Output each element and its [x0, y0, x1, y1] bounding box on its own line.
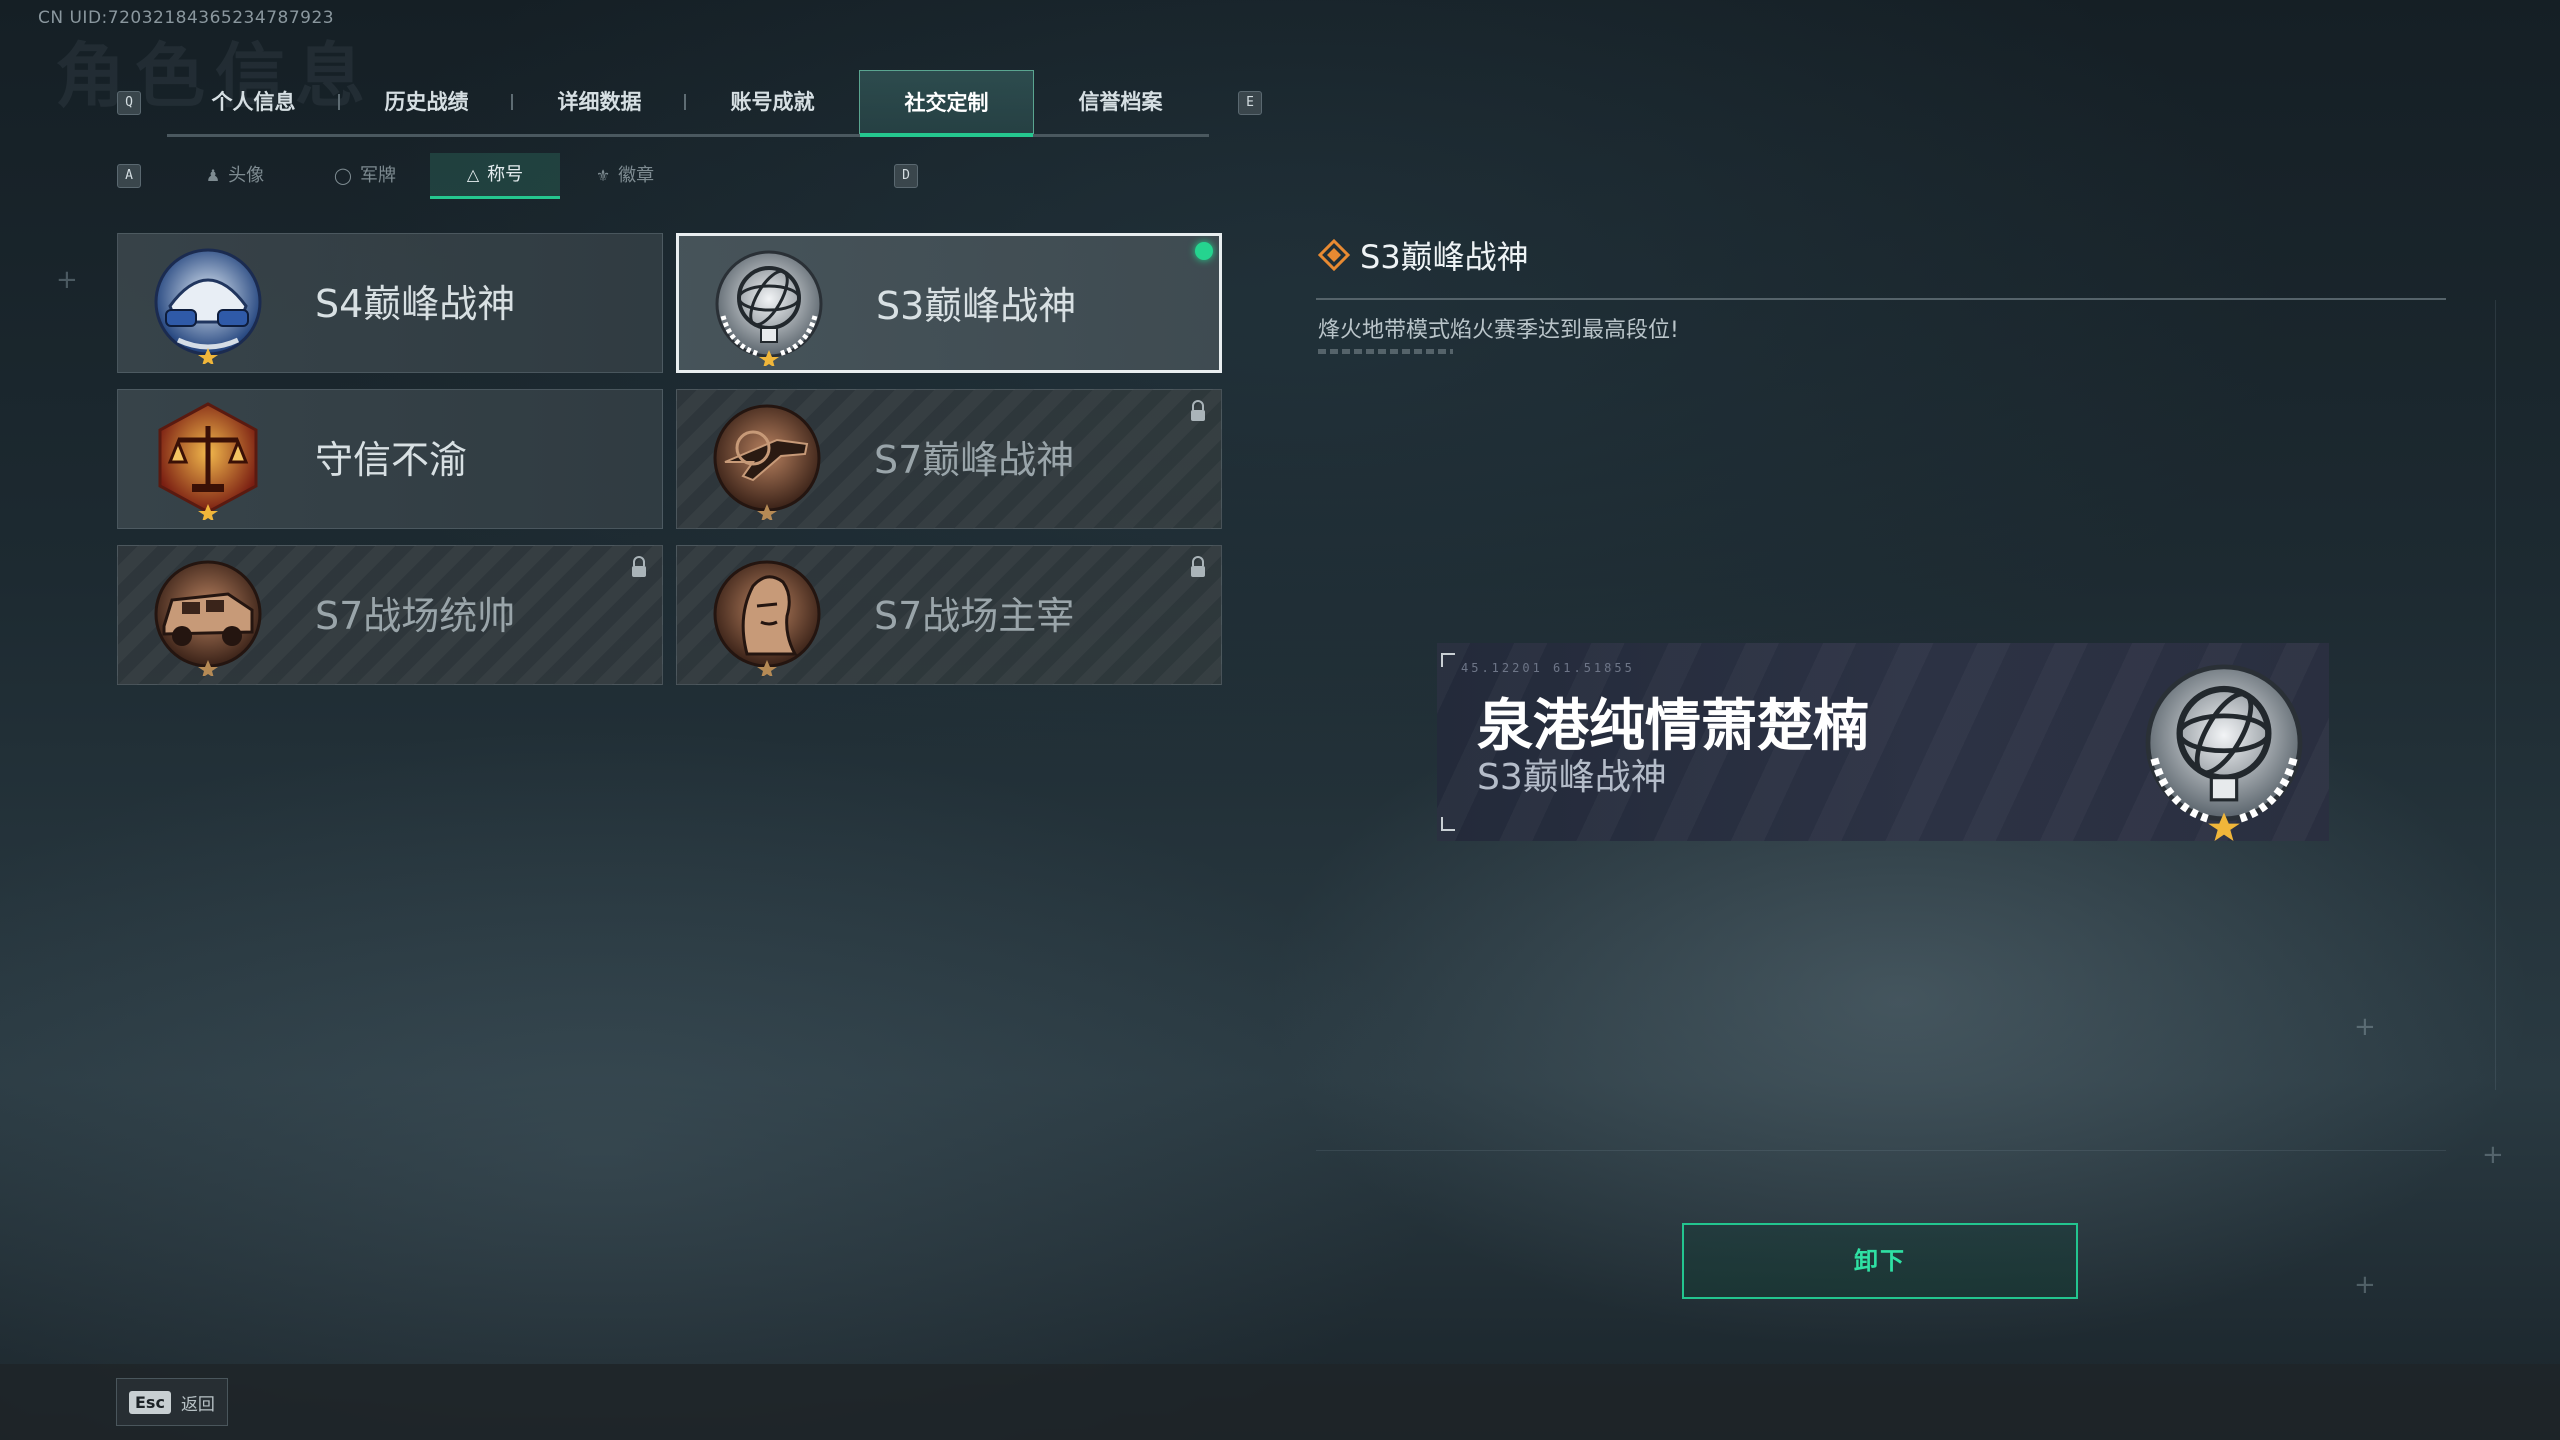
tab-match-history[interactable]: 历史战绩: [340, 70, 513, 134]
rifle-emblem-icon: [713, 404, 821, 520]
detail-title: S3巅峰战神: [1318, 232, 1529, 278]
title-card-s4-peak[interactable]: S4巅峰战神: [117, 233, 663, 373]
armillary-emblem-large-icon: [2145, 664, 2303, 841]
hud-plus: +: [2354, 1270, 2376, 1300]
tab-reputation[interactable]: 信誉档案: [1034, 70, 1207, 134]
preview-title: S3巅峰战神: [1477, 757, 1667, 798]
tab-personal-info[interactable]: 个人信息: [167, 70, 340, 134]
title-name: S7巅峰战神: [874, 438, 1075, 482]
title-card-s7-dominator[interactable]: S7战场主宰: [676, 545, 1222, 685]
prev-subtab-key[interactable]: A: [117, 164, 141, 188]
title-card-s3-peak[interactable]: S3巅峰战神: [676, 233, 1222, 373]
subtab-badge[interactable]: ⚜ 徽章: [560, 153, 690, 199]
helmet-emblem-icon: [154, 248, 262, 364]
hud-line: [2495, 300, 2496, 1090]
dogtag-icon: ◯: [334, 166, 352, 185]
title-diamond-icon: [1318, 239, 1350, 271]
title-icon: △: [466, 164, 480, 184]
hud-plus: +: [56, 265, 78, 295]
hud-line: [1316, 1150, 2446, 1151]
name-card-code: 45.12201 61.51855: [1461, 661, 1635, 675]
name-card-preview: 45.12201 61.51855 泉港纯情萧楚楠 S3巅峰战神: [1437, 643, 2329, 841]
title-name: S7战场统帅: [315, 594, 516, 638]
vehicle-emblem-icon: [154, 560, 262, 676]
title-name: 守信不渝: [315, 438, 468, 482]
tab-label: 历史战绩: [384, 90, 469, 114]
scales-emblem-icon: [158, 402, 258, 520]
tab-social-customization[interactable]: 社交定制: [859, 70, 1034, 137]
tab-label: 账号成就: [730, 90, 815, 114]
person-icon: ♟: [205, 166, 221, 185]
unequip-button[interactable]: 卸下: [1682, 1223, 2078, 1299]
tab-achievements[interactable]: 账号成就: [686, 70, 859, 134]
armillary-emblem-icon: [715, 250, 823, 366]
title-name: S3巅峰战神: [876, 284, 1077, 328]
back-button[interactable]: Esc 返回: [116, 1378, 228, 1426]
uid-label: CN UID:720321843652347879​23: [38, 8, 335, 28]
tab-label: 信誉档案: [1078, 90, 1163, 114]
detail-divider: [1316, 298, 2446, 300]
detail-title-text: S3巅峰战神: [1360, 238, 1529, 276]
title-card-trustworthy[interactable]: 守信不渝: [117, 389, 663, 529]
next-subtab-key[interactable]: D: [894, 164, 918, 188]
corner-bracket: [1441, 817, 1455, 831]
subtab-label: 徽章: [618, 165, 655, 186]
subtab-title[interactable]: △ 称号: [430, 153, 560, 199]
tab-label: 个人信息: [211, 90, 296, 114]
title-card-s7-peak[interactable]: S7巅峰战神: [676, 389, 1222, 529]
esc-key: Esc: [129, 1390, 171, 1414]
bottom-bar: [0, 1364, 2560, 1440]
next-tab-key[interactable]: E: [1238, 91, 1262, 115]
hud-plus: +: [2482, 1140, 2504, 1170]
title-card-s7-commander[interactable]: S7战场统帅: [117, 545, 663, 685]
title-name: S7战场主宰: [874, 594, 1075, 638]
lock-icon: [632, 556, 646, 577]
sub-tabs: ♟ 头像 ◯ 军牌 △ 称号 ⚜ 徽章: [170, 153, 690, 199]
corner-bracket: [1441, 653, 1455, 667]
tab-label: 详细数据: [557, 90, 642, 114]
subtab-dogtag[interactable]: ◯ 军牌: [300, 153, 430, 199]
hud-plus: +: [2354, 1012, 2376, 1042]
decorative-dashes: [1318, 349, 1453, 354]
subtab-label: 头像: [228, 165, 265, 186]
title-name: S4巅峰战神: [315, 282, 516, 326]
lock-icon: [1191, 556, 1205, 577]
tab-detailed-data[interactable]: 详细数据: [513, 70, 686, 134]
main-tabs: 个人信息 历史战绩 详细数据 账号成就 社交定制 信誉档案: [167, 70, 1209, 137]
lock-icon: [1191, 400, 1205, 421]
subtab-label: 称号: [487, 163, 524, 185]
tab-label: 社交定制: [904, 91, 989, 115]
subtab-label: 军牌: [359, 165, 396, 186]
back-label: 返回: [180, 1394, 215, 1415]
badge-icon: ⚜: [595, 166, 611, 185]
soldier-emblem-icon: [713, 560, 821, 676]
prev-tab-key[interactable]: Q: [117, 91, 141, 115]
equipped-indicator-dot: [1195, 242, 1213, 260]
subtab-avatar[interactable]: ♟ 头像: [170, 153, 300, 199]
detail-description: 烽火地带模式焰火赛季达到最高段位!: [1318, 318, 1679, 343]
